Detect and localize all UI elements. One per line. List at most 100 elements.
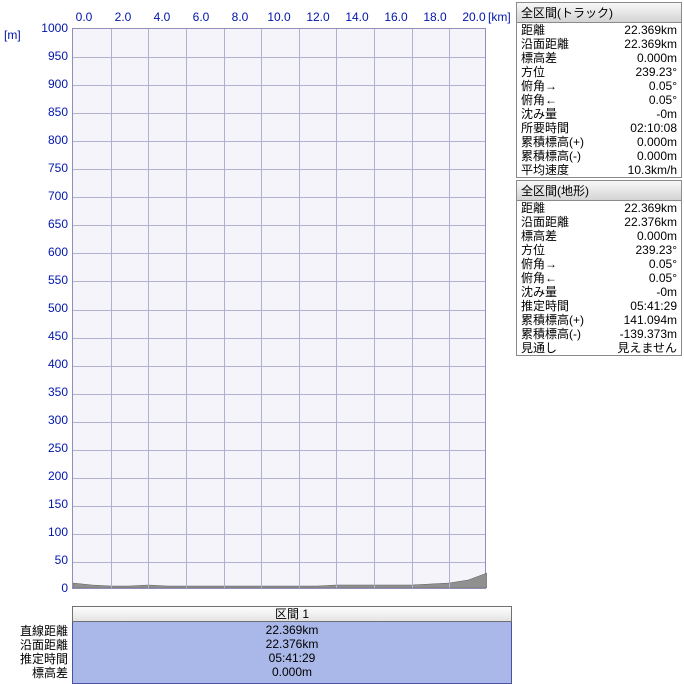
section-label: 標高差	[32, 664, 72, 678]
row-key: 見通し	[521, 341, 557, 355]
panel-body: 距離 22.369km 沿面距離 22.376km 標高差 0.000m方位239.23°…	[517, 201, 681, 355]
row-value: -0m	[656, 285, 677, 299]
row-key: 俯角→	[521, 79, 557, 93]
section-value: 05:41:29	[73, 651, 511, 665]
row-value: -139.373m	[620, 327, 677, 341]
table-row: 累積標高(-) 0.000m	[517, 149, 681, 163]
y-tick: 800	[30, 134, 68, 162]
table-row: 累積標高(+)0.000m	[517, 135, 681, 149]
x-tick: 20.0	[460, 10, 488, 24]
row-key: 距離	[521, 201, 545, 215]
x-tick: 4.0	[148, 10, 176, 24]
y-axis-unit: [m]	[4, 28, 21, 42]
app-root: [m] [km] 0.02.04.06.08.010.012.014.016.0…	[0, 0, 684, 684]
row-key: 俯角←	[521, 271, 557, 285]
plot-area	[72, 28, 486, 589]
row-key: 沿面距離	[521, 215, 569, 229]
row-value: 22.369km	[624, 23, 677, 37]
row-value: -0m	[656, 107, 677, 121]
row-key: 距離	[521, 23, 545, 37]
section-label-column: 直線距離沿面距離推定時間標高差	[0, 606, 72, 684]
table-row: 俯角← 0.05°	[517, 93, 681, 107]
row-key: 沈み量	[521, 285, 557, 299]
section-value: 22.369km	[73, 623, 511, 637]
left-column: [m] [km] 0.02.04.06.08.010.012.014.016.0…	[0, 0, 514, 684]
x-tick: 10.0	[265, 10, 293, 24]
table-row: 見通し 見えません	[517, 341, 681, 355]
info-panel: 全区間(地形)距離 22.369km 沿面距離 22.376km 標高差 0.000m方位…	[516, 180, 682, 356]
row-key: 平均速度	[521, 163, 569, 177]
y-tick: 650	[30, 218, 68, 246]
table-row: 方位 239.23°	[517, 65, 681, 79]
y-tick: 350	[30, 386, 68, 414]
x-tick: 8.0	[226, 10, 254, 24]
y-tick: 750	[30, 162, 68, 190]
row-value: 239.23°	[635, 243, 677, 257]
row-key: 累積標高(-)	[521, 149, 581, 163]
section-body: 22.369km22.376km05:41:290.000m	[72, 622, 512, 684]
y-tick: 500	[30, 302, 68, 330]
section-label: 沿面距離	[20, 636, 72, 650]
row-value: 0.000m	[637, 135, 677, 149]
row-key: 累積標高(-)	[521, 327, 581, 341]
row-key: 俯角←	[521, 93, 557, 107]
table-row: 平均速度10.3km/h	[517, 163, 681, 177]
y-tick: 700	[30, 190, 68, 218]
panel-title: 全区間(トラック)	[517, 3, 681, 23]
y-tick: 400	[30, 358, 68, 386]
x-tick: 14.0	[343, 10, 371, 24]
right-column: 全区間(トラック)距離22.369km沿面距離22.369km標高差0.000m…	[514, 0, 684, 684]
row-value: 0.05°	[649, 93, 677, 107]
table-row: 距離 22.369km	[517, 23, 681, 37]
row-value: 02:10:08	[630, 121, 677, 135]
row-key: 推定時間	[521, 299, 569, 313]
x-axis-unit: [km]	[488, 10, 511, 24]
row-value: 0.000m	[637, 51, 677, 65]
y-tick: 450	[30, 330, 68, 358]
row-value: 0.05°	[649, 257, 677, 271]
y-tick: 850	[30, 106, 68, 134]
y-tick: 1000	[30, 22, 68, 50]
table-row: 俯角→0.05°	[517, 79, 681, 93]
row-key: 沈み量	[521, 107, 557, 121]
row-key: 標高差	[521, 51, 557, 65]
terrain-profile	[73, 568, 487, 588]
table-row: 所要時間 02:10:08	[517, 121, 681, 135]
table-row: 沿面距離22.369km	[517, 37, 681, 51]
table-row: 沈み量 -0m	[517, 285, 681, 299]
y-tick: 600	[30, 246, 68, 274]
panel-title: 全区間(地形)	[517, 181, 681, 201]
x-axis-ticks: 0.02.04.06.08.010.012.014.016.018.020.0	[70, 10, 488, 24]
y-tick: 900	[30, 78, 68, 106]
panel-body: 距離 22.369km沿面距離22.369km標高差 0.000m 方位 239.23°…	[517, 23, 681, 177]
x-tick: 2.0	[109, 10, 137, 24]
row-key: 標高差	[521, 229, 557, 243]
row-value: 239.23°	[635, 65, 677, 79]
y-tick: 0	[30, 582, 68, 610]
row-key: 所要時間	[521, 121, 569, 135]
section-value: 22.376km	[73, 637, 511, 651]
y-tick: 100	[30, 526, 68, 554]
table-row: 推定時間05:41:29	[517, 299, 681, 313]
table-row: 沿面距離 22.376km	[517, 215, 681, 229]
row-key: 方位	[521, 65, 545, 79]
row-value: 0.000m	[637, 229, 677, 243]
row-value: 見えません	[617, 341, 677, 355]
row-key: 俯角→	[521, 257, 557, 271]
x-tick: 18.0	[421, 10, 449, 24]
table-row: 標高差 0.000m	[517, 51, 681, 65]
table-row: 俯角→ 0.05°	[517, 257, 681, 271]
y-tick: 200	[30, 470, 68, 498]
x-tick: 16.0	[382, 10, 410, 24]
table-row: 方位239.23°	[517, 243, 681, 257]
row-value: 0.000m	[637, 149, 677, 163]
table-row: 標高差 0.000m	[517, 229, 681, 243]
table-row: 累積標高(+)141.094m	[517, 313, 681, 327]
y-tick: 150	[30, 498, 68, 526]
row-key: 累積標高(+)	[521, 313, 584, 327]
table-row: 沈み量 -0m	[517, 107, 681, 121]
table-row: 累積標高(-) -139.373m	[517, 327, 681, 341]
table-row: 距離 22.369km	[517, 201, 681, 215]
row-value: 22.369km	[624, 201, 677, 215]
row-value: 22.376km	[624, 215, 677, 229]
